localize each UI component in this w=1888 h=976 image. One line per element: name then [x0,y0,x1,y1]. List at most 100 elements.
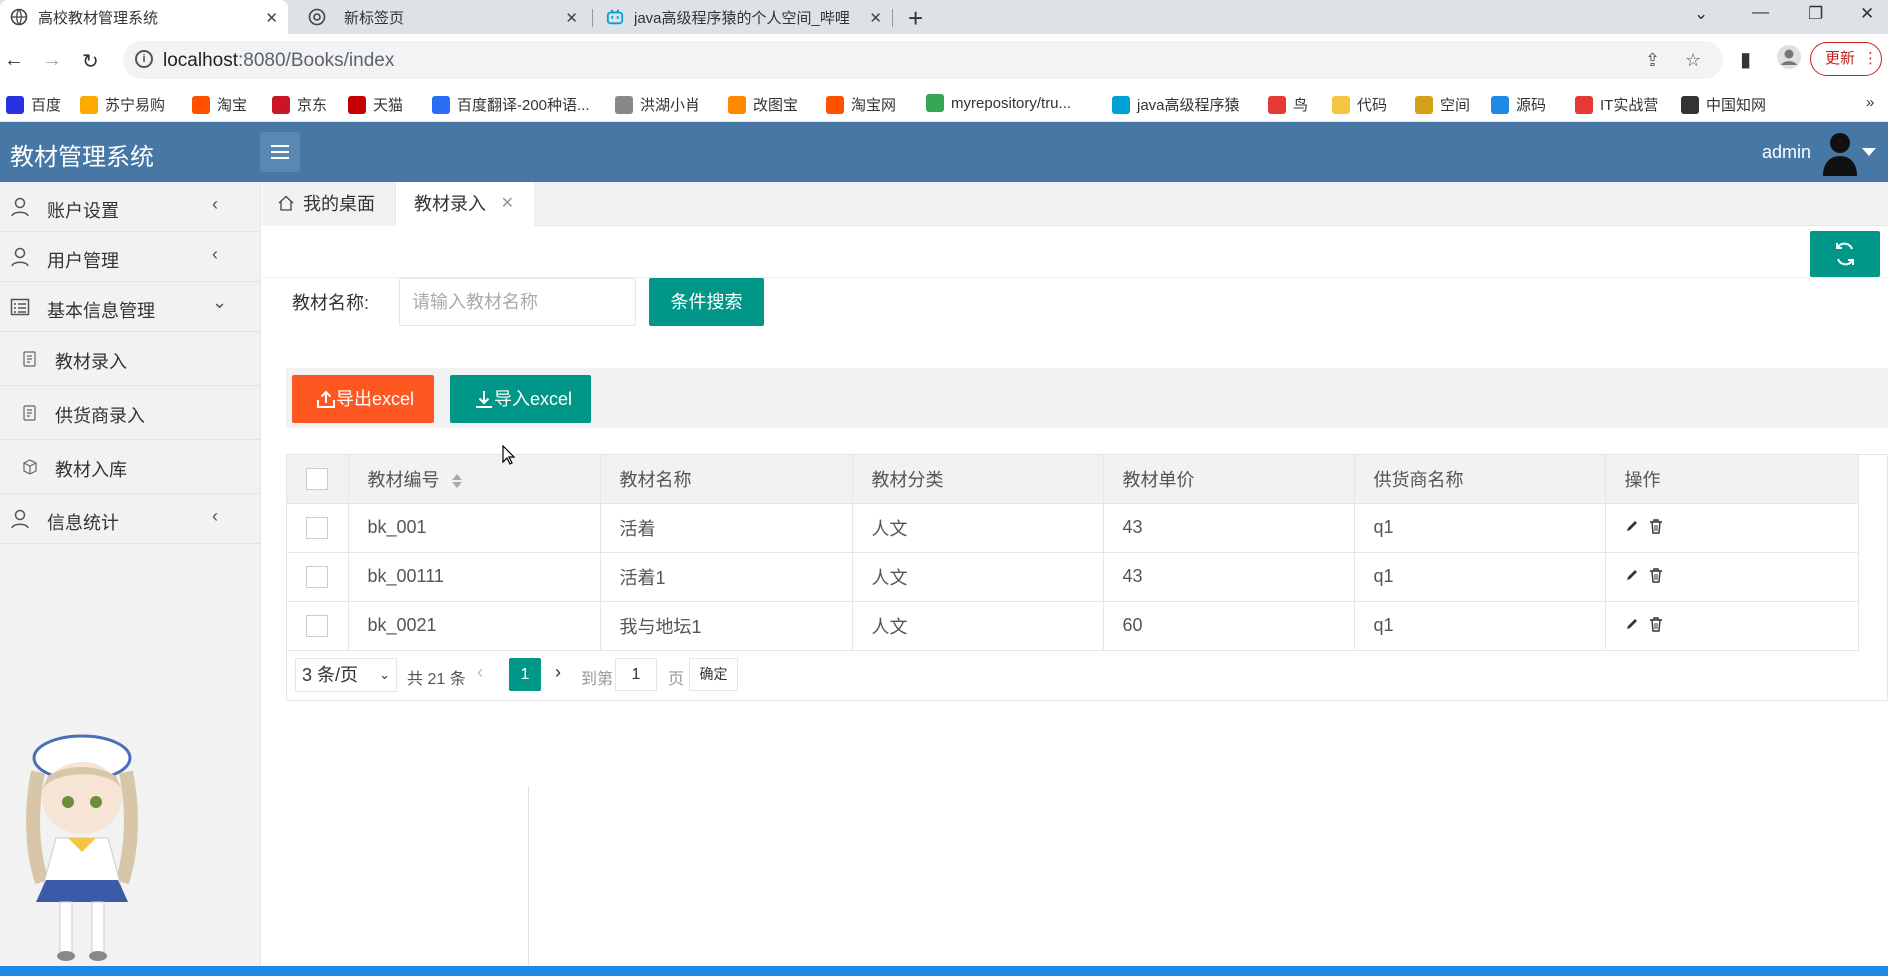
refresh-icon [1836,242,1854,266]
row-checkbox[interactable] [306,614,328,637]
update-button[interactable]: 更新 ⋮ [1810,42,1882,76]
sidebar-subitem-supplier-entry[interactable]: 供货商录入 [0,386,261,440]
reload-icon[interactable]: ↻ [82,49,99,74]
edit-icon[interactable] [1625,568,1639,582]
current-page-button[interactable]: 1 [509,658,541,691]
book-name-search-input[interactable] [399,278,636,326]
sidebar-item-users[interactable]: 用户管理 ‹ [0,232,261,282]
main-content: 我的桌面 教材录入 ✕ 教材名称: 条件搜索 导出excel 导入excel [262,182,1888,976]
site-info-icon[interactable]: i [135,50,153,68]
sidebar-item-account[interactable]: 账户设置 ‹ [0,182,261,232]
column-header-id[interactable]: 教材编号 [348,455,601,504]
address-bar[interactable]: i localhost:8080/Books/index ⇪ ☆ [123,41,1723,79]
sidebar-item-basic-info[interactable]: 基本信息管理 ⌄ [0,282,261,332]
browser-tab[interactable]: java高级程序猿的个人空间_哔哩 ✕ [596,0,892,34]
close-icon[interactable]: ✕ [869,9,882,27]
search-form: 教材名称: 条件搜索 [262,277,1888,337]
bookmark-item[interactable]: 洪湖小肖 [615,94,700,115]
delete-icon[interactable] [1649,567,1663,583]
window-close-icon[interactable]: ✕ [1860,4,1874,24]
forward-icon[interactable]: → [42,49,62,72]
divider [528,786,529,966]
avatar[interactable] [1820,130,1860,176]
search-button[interactable]: 条件搜索 [649,278,764,326]
table-toolbar: 导出excel 导入excel [286,368,1888,428]
space-icon [1415,95,1433,114]
share-icon[interactable]: ⇪ [1645,50,1660,71]
export-excel-button[interactable]: 导出excel [292,375,434,423]
tab-home[interactable]: 我的桌面 [262,182,396,226]
bilibili-icon [1112,95,1130,114]
more-bookmarks-icon[interactable]: » [1866,94,1874,111]
close-icon[interactable]: ✕ [565,9,578,27]
tab-separator [592,9,593,27]
back-icon[interactable]: ← [4,49,24,72]
bookmark-item[interactable]: 中国知网 [1681,94,1766,115]
row-checkbox[interactable] [306,516,328,539]
translate-icon [432,95,450,114]
tmall-icon [348,95,366,114]
import-excel-button[interactable]: 导入excel [450,375,591,423]
bookmark-item[interactable]: 百度 [6,94,61,115]
side-panel-icon[interactable]: ▮ [1740,47,1751,72]
user-icon [11,247,29,267]
cell-book-name: 我与地坛1 [600,601,853,651]
page-tab-strip: 我的桌面 教材录入 ✕ [262,182,1888,226]
page-size-select[interactable]: 3 条/页 ⌄ [295,658,397,692]
sidebar-subitem-book-stock-in[interactable]: 教材入库 [0,440,261,494]
bookmark-item[interactable]: myrepository/tru... [926,94,1071,112]
refresh-button[interactable] [1810,231,1880,277]
delete-icon[interactable] [1649,616,1663,632]
bookmark-item[interactable]: 鸟 [1268,94,1308,115]
edit-icon[interactable] [1625,519,1639,533]
prev-page-icon[interactable]: ‹ [477,662,483,683]
cell-price: 43 [1103,552,1355,602]
next-page-icon[interactable]: › [555,662,561,683]
bookmark-item[interactable]: 京东 [272,94,327,115]
bookmark-star-icon[interactable]: ☆ [1685,50,1701,71]
sidebar-item-label: 账户设置 [47,201,119,221]
column-header-price: 教材单价 [1103,455,1355,504]
search-label: 教材名称: [292,293,370,313]
tab-close-icon[interactable]: ✕ [501,182,514,226]
goto-confirm-button[interactable]: 确定 [689,658,738,691]
username[interactable]: admin [1762,142,1811,163]
bookmark-item[interactable]: 淘宝网 [826,94,896,115]
bookmark-item[interactable]: 淘宝 [192,94,247,115]
bookmark-label: 京东 [297,97,328,114]
table-row: bk_00111 活着1 人文 43 q1 [287,552,1859,602]
suning-icon [80,95,98,114]
minimize-icon[interactable]: — [1752,2,1769,22]
bookmark-item[interactable]: 空间 [1415,94,1470,115]
menu-toggle-icon[interactable] [260,132,300,172]
user-menu-caret-icon[interactable] [1862,148,1876,156]
sidebar-subitem-label: 教材录入 [55,352,127,372]
browser-tab-active[interactable]: 高校教材管理系统 ✕ [0,0,288,34]
close-icon[interactable]: ✕ [265,9,278,27]
goto-page-input[interactable]: 1 [615,658,657,691]
bookmark-item[interactable]: IT实战营 [1575,94,1658,115]
bookmark-item[interactable]: 苏宁易购 [80,94,165,115]
select-all-checkbox[interactable] [306,467,328,490]
column-header-actions: 操作 [1605,455,1859,504]
tab-search-icon[interactable]: ⌄ [1694,4,1708,24]
bookmark-item[interactable]: java高级程序猿 [1112,94,1240,115]
tab-book-entry[interactable]: 教材录入 ✕ [396,182,534,226]
url-text[interactable]: localhost:8080/Books/index [163,50,394,72]
delete-icon[interactable] [1649,518,1663,534]
edit-icon[interactable] [1625,617,1639,631]
restore-icon[interactable]: ❐ [1808,4,1823,24]
profile-icon[interactable] [1776,44,1802,76]
sort-icon[interactable] [451,474,462,488]
sidebar-item-statistics[interactable]: 信息统计 ‹ [0,494,261,544]
cell-category: 人文 [852,601,1104,651]
bookmark-item[interactable]: 百度翻译-200种语... [432,94,590,115]
row-checkbox[interactable] [306,565,328,588]
bookmark-item[interactable]: 改图宝 [728,94,798,115]
browser-tab[interactable]: 新标签页 ✕ [298,0,588,34]
bookmark-item[interactable]: 天猫 [348,94,403,115]
bookmark-item[interactable]: 代码 [1332,94,1387,115]
sidebar-subitem-book-entry[interactable]: 教材录入 [0,332,261,386]
new-tab-button[interactable]: + [908,3,923,34]
bookmark-item[interactable]: 源码 [1491,94,1546,115]
